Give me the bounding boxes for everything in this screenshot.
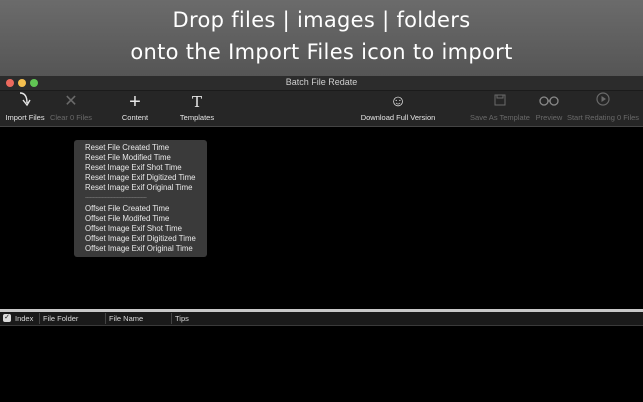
clear-files-label: Clear 0 Files [49,113,93,122]
import-files-label: Import Files [5,113,45,122]
menu-item-reset-exif-digitized[interactable]: Reset Image Exif Digitized Time [85,173,196,182]
file-table-header: ✓ Index File Folder File Name Tips [0,312,643,326]
clear-files-button[interactable]: ✕ Clear 0 Files [48,91,94,126]
window-title: Batch File Redate [285,77,358,87]
download-full-version-button[interactable]: ☺ Download Full Version [358,91,438,126]
menu-item-offset-exif-original[interactable]: Offset Image Exif Original Time [85,244,193,253]
import-files-button[interactable]: Import Files [4,91,46,126]
banner-line-1: Drop files | images | folders [172,8,471,32]
column-header-file-name[interactable]: File Name [109,314,143,323]
templates-label: Templates [179,113,215,122]
menu-item-reset-modified[interactable]: Reset File Modified Time [85,153,171,162]
start-redating-button[interactable]: Start Redating 0 Files [566,91,640,126]
play-circle-icon [566,91,640,113]
menu-item-reset-exif-original[interactable]: Reset Image Exif Original Time [85,183,192,192]
glasses-icon [534,91,564,113]
window-titlebar: Batch File Redate [0,76,643,91]
menu-item-offset-modified[interactable]: Offset File Modifed Time [85,214,169,223]
column-header-file-folder[interactable]: File Folder [43,314,78,323]
content-dropdown-menu: Reset File Created Time Reset File Modif… [74,140,207,257]
x-icon: ✕ [64,93,78,110]
content-label: Content [121,113,149,122]
promo-banner: Drop files | images | folders onto the I… [0,0,643,76]
templates-button[interactable]: T Templates [176,91,218,126]
plus-icon: + [129,91,141,113]
smiley-icon: ☺ [389,93,407,110]
menu-item-reset-exif-shot[interactable]: Reset Image Exif Shot Time [85,163,182,172]
save-as-template-button[interactable]: Save As Template [468,91,532,126]
content-button[interactable]: + Content [116,91,154,126]
column-divider [39,313,40,324]
preview-button[interactable]: Preview [534,91,564,126]
save-as-template-label: Save As Template [470,113,530,122]
download-full-version-label: Download Full Version [360,113,436,122]
column-divider [105,313,106,324]
menu-separator: ----------------------------------------… [85,195,147,201]
toolbar: Import Files ✕ Clear 0 Files + Content T… [0,91,643,127]
menu-item-offset-created[interactable]: Offset File Created Time [85,204,169,213]
select-all-checkbox[interactable]: ✓ [3,314,11,322]
text-t-icon: T [191,93,202,111]
menu-item-offset-exif-digitized[interactable]: Offset Image Exif Digitized Time [85,234,196,243]
banner-line-2: onto the Import Files icon to import [130,40,513,64]
column-header-index[interactable]: Index [15,314,33,323]
menu-item-offset-exif-shot[interactable]: Offset Image Exif Shot Time [85,224,182,233]
column-header-tips[interactable]: Tips [175,314,189,323]
import-arrow-icon [4,91,46,113]
menu-item-reset-created[interactable]: Reset File Created Time [85,143,169,152]
preview-label: Preview [535,113,563,122]
floppy-icon [468,91,532,113]
start-redating-label: Start Redating 0 Files [566,113,640,122]
column-divider [171,313,172,324]
